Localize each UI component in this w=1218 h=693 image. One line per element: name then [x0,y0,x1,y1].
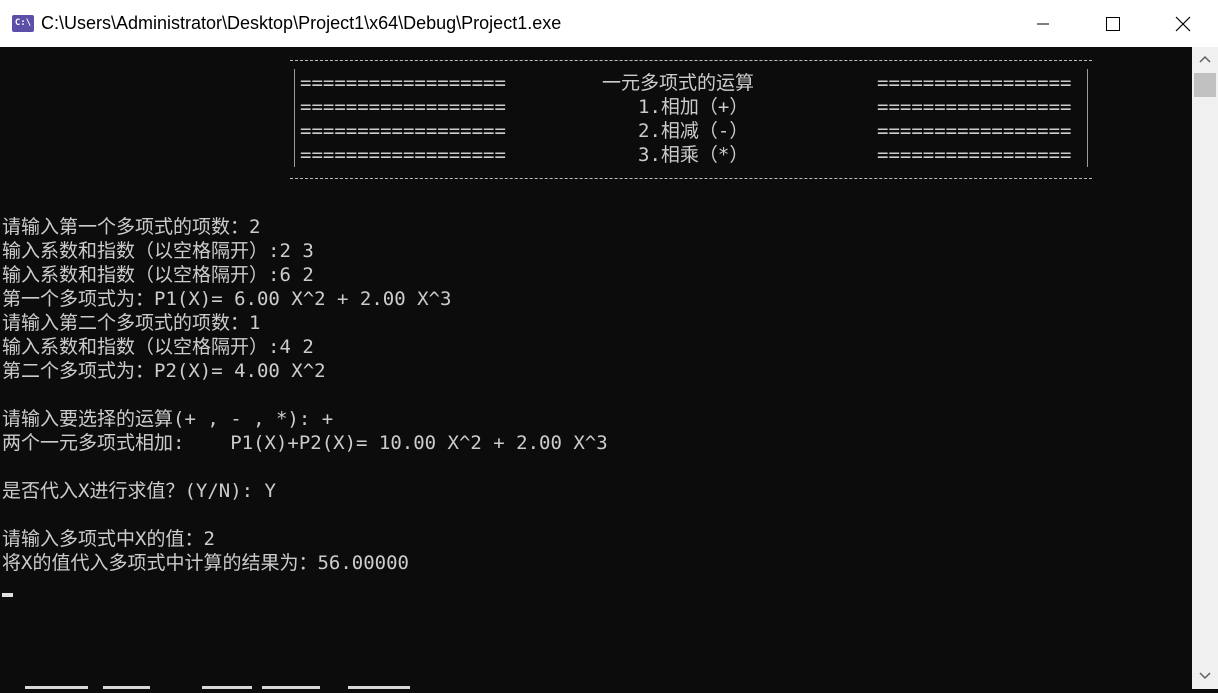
menu-right-bar: ================= [877,144,1072,166]
menu-option-add: 1.相加（+） [638,96,749,118]
console-line: 输入系数和指数（以空格隔开）:2 3 [2,240,314,262]
console-line: 输入系数和指数（以空格隔开）:4 2 [2,336,314,358]
bottom-edge-strip [0,685,1192,689]
console-line: 是否代入X进行求值？(Y/N): Y [2,480,276,502]
scroll-down-button[interactable] [1192,663,1218,689]
window-title: C:\Users\Administrator\Desktop\Project1\… [41,13,562,33]
menu-right-bar: ================= [877,120,1072,142]
title-bar[interactable]: C:\ C:\Users\Administrator\Desktop\Proje… [0,0,1218,48]
minimize-icon [1037,23,1049,25]
console-line: 输入系数和指数（以空格隔开）:6 2 [2,264,314,286]
menu-left-bar: ================== [300,96,506,118]
console-line: 第一个多项式为：P1(X)= 6.00 X^2 + 2.00 X^3 [2,288,452,310]
menu-bottom-border [290,178,1092,179]
scroll-thumb[interactable] [1194,73,1216,97]
menu-right-border [1087,69,1088,167]
menu-right-bar: ================= [877,72,1072,94]
menu-option-multiply: 3.相乘（*） [638,144,749,166]
console-line: 第二个多项式为：P2(X)= 4.00 X^2 [2,360,326,382]
console-app-icon[interactable]: C:\ [12,15,34,32]
menu-left-bar: ================== [300,144,506,166]
menu-left-bar: ================== [300,120,506,142]
scroll-up-button[interactable] [1192,47,1218,73]
vertical-scrollbar[interactable] [1192,47,1218,689]
chevron-up-icon [1199,55,1211,63]
console-line: 请输入第一个多项式的项数：2 [2,216,261,238]
menu-right-bar: ================= [877,96,1072,118]
minimize-button[interactable] [1008,0,1078,47]
console-line: 两个一元多项式相加: P1(X)+P2(X)= 10.00 X^2 + 2.00… [2,432,608,454]
maximize-icon [1106,17,1120,31]
text-cursor [2,593,13,597]
console-line: 请输入多项式中X的值：2 [2,528,215,550]
console-line: 请输入第二个多项式的项数：1 [2,312,261,334]
menu-option-subtract: 2.相减（-） [638,120,749,142]
menu-left-bar: ================== [300,72,506,94]
menu-left-border [294,69,295,167]
console-line: 请输入要选择的运算(+ , - , *): + [2,408,334,430]
chevron-down-icon [1199,672,1211,680]
menu-title: 一元多项式的运算 [602,72,755,94]
maximize-button[interactable] [1078,0,1148,47]
close-icon [1175,16,1191,32]
console-output[interactable]: ================== 一元多项式的运算 ============… [0,47,1192,689]
menu-top-border [290,60,1092,61]
close-button[interactable] [1148,0,1218,47]
console-line: 将X的值代入多项式中计算的结果为：56.00000 [2,552,409,574]
